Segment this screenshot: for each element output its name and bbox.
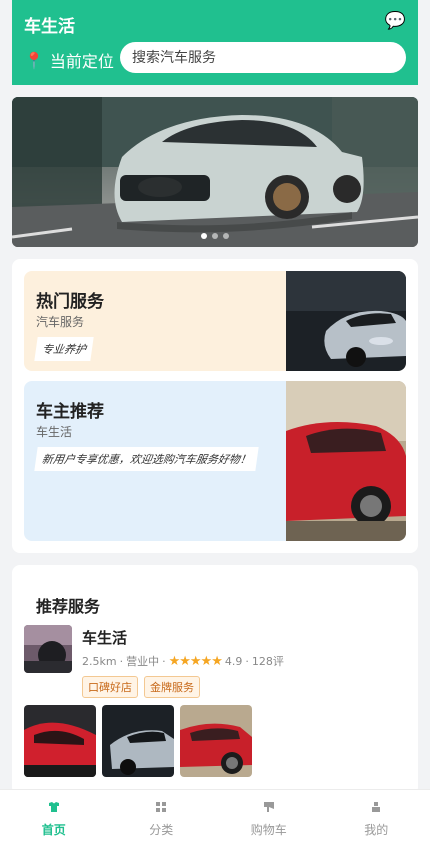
current-location[interactable]: 📍 当前定位 xyxy=(24,48,114,72)
shop-rating: 4.9 xyxy=(225,655,243,668)
tab-label: 首页 xyxy=(42,821,66,838)
red-hatchback-image xyxy=(180,705,252,777)
shop-name[interactable]: 车生活 xyxy=(82,627,127,648)
card-car-image xyxy=(286,271,406,371)
tab-label: 我的 xyxy=(364,821,388,838)
meta-separator: · xyxy=(245,655,249,668)
card-subtitle: 车生活 xyxy=(36,423,72,440)
card-tag: 新用户专享优惠，欢迎选购汽车服务好物！ xyxy=(34,447,258,471)
flag-icon xyxy=(264,802,274,812)
search-input[interactable] xyxy=(120,42,406,73)
location-label: 当前定位 xyxy=(50,48,114,72)
tab-label: 购物车 xyxy=(251,821,287,838)
tab-mine[interactable]: 我的 xyxy=(323,790,430,845)
card-owner-recommend[interactable]: 车主推荐 车生活 新用户专享优惠，欢迎选购汽车服务好物！ xyxy=(24,381,406,541)
shop-photo[interactable] xyxy=(180,705,252,777)
bottom-tab-bar: 首页 分类 购物车 我的 xyxy=(0,789,430,845)
carousel-dot[interactable] xyxy=(223,233,229,239)
shirt-icon xyxy=(49,802,59,812)
rating-stars-icon: ★★★★★ xyxy=(169,654,222,669)
shop-thumbnail[interactable] xyxy=(24,625,72,673)
tab-cart[interactable]: 购物车 xyxy=(215,790,323,845)
dark-car-image xyxy=(102,705,174,777)
shop-badge: 金牌服务 xyxy=(144,676,200,698)
section-title: 推荐服务 xyxy=(36,593,100,617)
card-tag: 专业养护 xyxy=(34,337,93,361)
person-icon xyxy=(371,802,381,812)
card-hot-service[interactable]: 热门服务 汽车服务 专业养护 xyxy=(24,271,406,371)
shop-distance: 2.5km xyxy=(82,655,117,668)
card-car-image xyxy=(286,381,406,541)
recommend-section: 推荐服务 车生活 2.5km · 营业中 · ★★★★★ 4.9 · 128评 … xyxy=(12,565,418,795)
app-title: 车生活 xyxy=(24,12,75,37)
feature-panel: 热门服务 汽车服务 专业养护 车主推荐 车生活 新用户专享优惠，欢迎选购汽车服务… xyxy=(12,259,418,553)
top-header: 车生活 💬 📍 当前定位 xyxy=(12,0,418,85)
shop-photos xyxy=(24,705,252,777)
shop-badge: 口碑好店 xyxy=(82,676,138,698)
card-subtitle: 汽车服务 xyxy=(36,313,84,330)
meta-separator: · xyxy=(120,655,124,668)
carousel-indicator xyxy=(12,233,418,239)
shop-meta: 2.5km · 营业中 · ★★★★★ 4.9 · 128评 xyxy=(82,653,284,669)
shop-thumbnail-image xyxy=(24,625,72,673)
card-title: 热门服务 xyxy=(36,287,104,312)
banner-carousel[interactable] xyxy=(12,97,418,247)
shop-status: 营业中 xyxy=(126,653,159,669)
shop-badges: 口碑好店 金牌服务 xyxy=(82,676,200,698)
shop-photo[interactable] xyxy=(102,705,174,777)
meta-separator: · xyxy=(162,655,166,668)
chat-icon[interactable]: 💬 xyxy=(385,11,406,31)
carousel-dot[interactable] xyxy=(201,233,207,239)
tab-category[interactable]: 分类 xyxy=(108,790,216,845)
location-pin-icon: 📍 xyxy=(24,51,44,70)
grid-icon xyxy=(156,802,166,812)
shop-photo[interactable] xyxy=(24,705,96,777)
banner-car-image xyxy=(12,97,418,247)
tab-label: 分类 xyxy=(149,821,173,838)
shop-reviews: 128评 xyxy=(252,653,284,669)
card-title: 车主推荐 xyxy=(36,397,104,422)
carousel-dot[interactable] xyxy=(212,233,218,239)
red-car-image xyxy=(24,705,96,777)
tab-home[interactable]: 首页 xyxy=(0,790,108,845)
